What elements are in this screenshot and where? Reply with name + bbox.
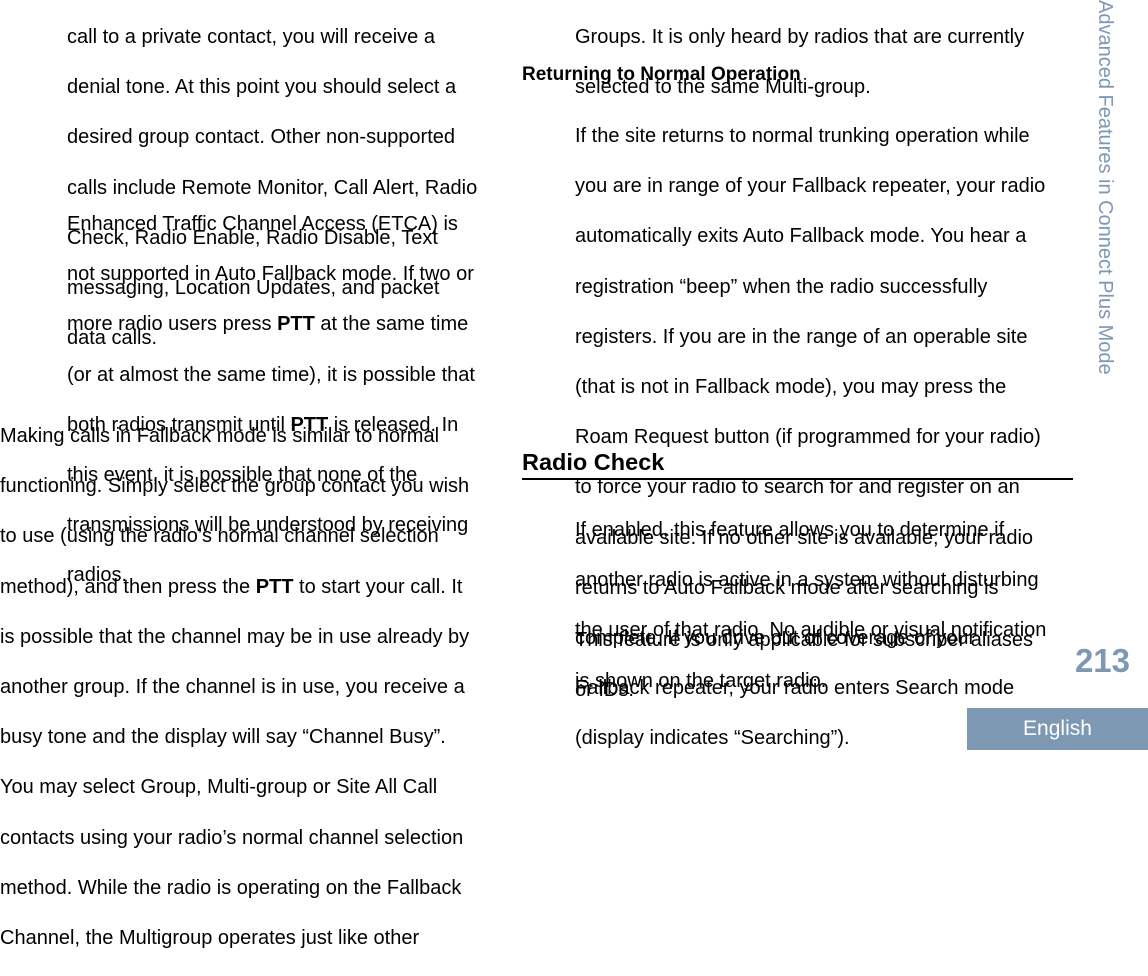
text-line: another group. If the channel is in use,…: [0, 676, 465, 699]
text-line: method. While the radio is operating on …: [0, 876, 462, 899]
text-line: contacts using your radio’s normal chann…: [0, 826, 464, 849]
text-line: more radio users press PTT at the same t…: [67, 312, 475, 337]
text-line: automatically exits Auto Fallback mode. …: [575, 225, 1027, 248]
chapter-title-sidebar: Advanced Features in Connect Plus Mode: [1094, 0, 1116, 375]
text-line: functioning. Simply select the group con…: [0, 475, 470, 498]
section-heading-radio-check: Radio Check: [522, 447, 1073, 480]
text-span: at the same time: [314, 313, 469, 336]
text-line: desired group contact. Other non-support…: [67, 126, 456, 149]
subheading-returning-normal-operation: Returning to Normal Operation: [522, 64, 801, 85]
text-line: not supported in Auto Fallback mode. If …: [67, 263, 474, 286]
text-line: is possible that the channel may be in u…: [0, 625, 470, 648]
text-line: If the site returns to normal trunking o…: [575, 125, 1030, 148]
text-span: to start your call. It: [293, 575, 463, 598]
language-label: English: [1023, 717, 1092, 740]
text-line: busy tone and the display will say “Chan…: [0, 726, 446, 749]
text-line: or IDs.: [575, 679, 634, 702]
text-span: method), and then press the: [0, 575, 256, 598]
text-span: more radio users press: [67, 313, 278, 336]
paragraph-subscriber-aliases: This feature is only applicable for subs…: [575, 603, 1033, 728]
text-line: This feature is only applicable for subs…: [575, 629, 1033, 652]
text-line: (that is not in Fallback mode), you may …: [575, 376, 1007, 399]
text-line: Groups. It is only heard by radios that …: [575, 26, 1025, 49]
ptt-keyword: PTT: [277, 313, 315, 336]
text-line: If enabled, this feature allows you to d…: [575, 519, 1005, 542]
text-line: method), and then press the PTT to start…: [0, 575, 500, 600]
text-line: another radio is active in a system with…: [575, 569, 1039, 592]
text-line: Making calls in Fallback mode is similar…: [0, 425, 440, 448]
text-line: registers. If you are in the range of an…: [575, 325, 1028, 348]
language-tab: English: [967, 708, 1148, 750]
text-line: to use (using the radio’s normal channel…: [0, 525, 439, 548]
text-line: call to a private contact, you will rece…: [67, 26, 435, 49]
ptt-keyword: PTT: [255, 575, 294, 598]
text-line: denial tone. At this point you should se…: [67, 76, 457, 99]
paragraph-fallback-calls: Making calls in Fallback mode is similar…: [0, 399, 500, 976]
text-line: Enhanced Traffic Channel Access (ETCA) i…: [67, 213, 458, 236]
page-number: 213: [1074, 642, 1130, 679]
text-line: Channel, the Multigroup operates just li…: [0, 926, 420, 949]
text-line: registration “beep” when the radio succe…: [575, 275, 988, 298]
text-line: you are in range of your Fallback repeat…: [575, 175, 1046, 198]
text-line: You may select Group, Multi-group or Sit…: [0, 776, 438, 799]
text-line: (or at almost the same time), it is poss…: [67, 363, 475, 386]
